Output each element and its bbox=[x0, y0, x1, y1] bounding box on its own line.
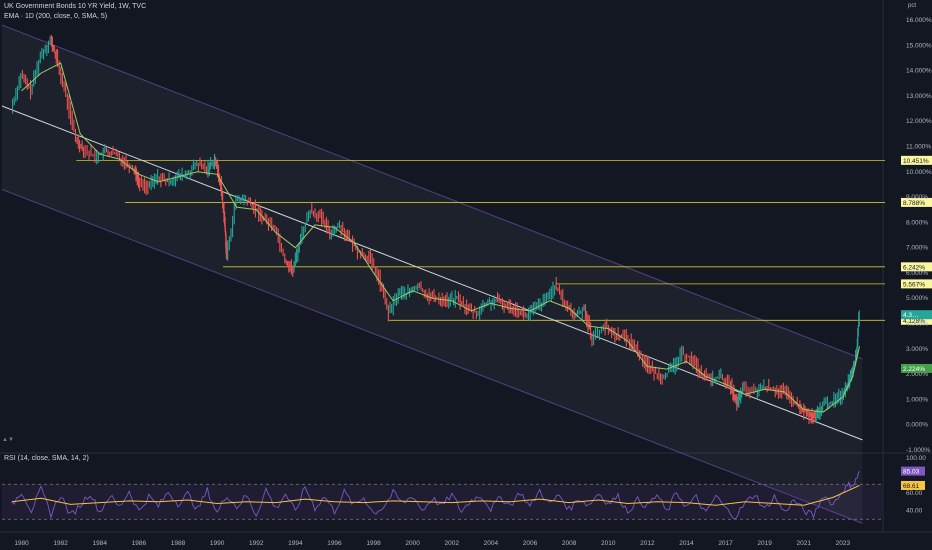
x-tick-label: 2002 bbox=[445, 540, 460, 547]
y-tick-label: 8.000% bbox=[906, 219, 928, 226]
y-tick-label: 6.000% bbox=[906, 270, 928, 277]
level-label: 10.451% bbox=[903, 158, 929, 165]
y-tick-label: 5.000% bbox=[906, 295, 928, 302]
x-tick-label: 2023 bbox=[836, 540, 851, 547]
rsi-y-tick-label: 100.00 bbox=[906, 455, 926, 462]
x-tick-label: 2004 bbox=[484, 540, 499, 547]
price-label: 4.3… bbox=[903, 312, 919, 319]
y-tick-label: 12.000% bbox=[906, 118, 932, 125]
y-tick-label: 3.000% bbox=[906, 346, 928, 353]
rsi-y-tick-label: 40.00 bbox=[906, 508, 923, 515]
x-tick-label: 1980 bbox=[14, 540, 29, 547]
y-tick-label: 4.000% bbox=[906, 321, 928, 328]
x-tick-label: 1986 bbox=[132, 540, 147, 547]
unit-label: pct bbox=[907, 3, 916, 9]
x-tick-label: 2000 bbox=[405, 540, 420, 547]
x-tick-label: 1982 bbox=[53, 540, 68, 547]
y-tick-label: -1.000% bbox=[906, 447, 930, 454]
x-tick-label: 2012 bbox=[640, 540, 655, 547]
chart-title: UK Government Bonds 10 YR Yield, 1W, TVC bbox=[4, 3, 147, 10]
y-tick-label: 0.000% bbox=[906, 422, 928, 429]
x-tick-label: 2019 bbox=[757, 540, 772, 547]
level-label: 5.567% bbox=[903, 281, 925, 288]
rsi-legend: RSI (14, close, SMA, 14, 2) bbox=[4, 455, 89, 462]
y-tick-label: 16.000% bbox=[906, 17, 932, 24]
rsi-value-label: 85.03 bbox=[903, 469, 920, 476]
x-tick-label: 2010 bbox=[601, 540, 616, 547]
x-tick-label: 1992 bbox=[249, 540, 264, 547]
x-tick-label: 1990 bbox=[210, 540, 225, 547]
y-tick-label: 10.000% bbox=[906, 169, 932, 176]
rsi-y-tick-label: 60.00 bbox=[906, 490, 923, 497]
chart-canvas[interactable]: 10.451%8.788%6.242%5.567%4.128%16.000%15… bbox=[0, 0, 932, 550]
x-tick-label: 1984 bbox=[93, 540, 108, 547]
y-tick-label: 15.000% bbox=[906, 42, 932, 49]
y-tick-label: 7.000% bbox=[906, 245, 928, 252]
x-tick-label: 1988 bbox=[171, 540, 186, 547]
rsi-value-label: 68.61 bbox=[903, 483, 920, 490]
x-tick-label: 1994 bbox=[288, 540, 303, 547]
y-tick-label: 13.000% bbox=[906, 93, 932, 100]
y-tick-label: 14.000% bbox=[906, 68, 932, 75]
ema-legend: EMA · 1D (200, close, 0, SMA, 5) bbox=[4, 13, 108, 20]
y-tick-label: 11.000% bbox=[906, 143, 931, 150]
y-tick-label: 1.000% bbox=[906, 396, 928, 403]
collapse-pane-icon[interactable]: ▲▼ bbox=[2, 437, 14, 443]
x-tick-label: 1996 bbox=[327, 540, 342, 547]
x-tick-label: 2014 bbox=[679, 540, 694, 547]
x-tick-label: 1998 bbox=[366, 540, 381, 547]
x-tick-label: 2006 bbox=[523, 540, 538, 547]
y-tick-label: 9.000% bbox=[906, 194, 928, 201]
x-tick-label: 2021 bbox=[797, 540, 812, 547]
price-label: 2.224% bbox=[903, 366, 925, 373]
x-tick-label: 2017 bbox=[718, 540, 733, 547]
x-tick-label: 2008 bbox=[562, 540, 577, 547]
